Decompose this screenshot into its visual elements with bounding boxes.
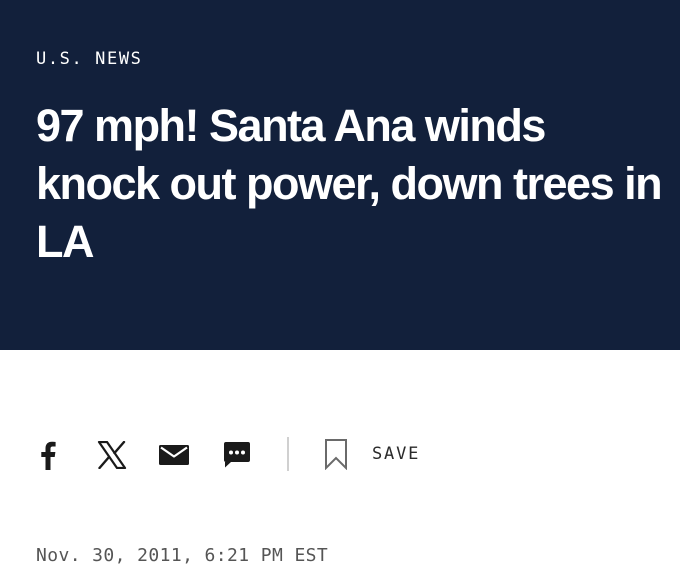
sms-icon <box>224 442 250 468</box>
email-share-button[interactable] <box>158 430 190 480</box>
x-icon <box>97 441 127 469</box>
share-divider <box>287 437 289 471</box>
x-share-button[interactable] <box>96 430 128 480</box>
headline: 97 mph! Santa Ana winds knock out power,… <box>36 100 663 267</box>
facebook-icon <box>41 441 56 470</box>
article-header: U.S. NEWS 97 mph! Santa Ana winds knock … <box>0 0 680 350</box>
facebook-share-button[interactable] <box>36 430 60 480</box>
email-icon <box>159 445 189 465</box>
publish-date: Nov. 30, 2011, 6:21 PM EST <box>36 545 329 566</box>
save-label: SAVE <box>372 444 421 464</box>
bookmark-icon <box>325 439 347 470</box>
save-button[interactable]: SAVE <box>320 438 420 470</box>
sms-share-button[interactable] <box>221 430 253 480</box>
section-label[interactable]: U.S. NEWS <box>36 49 143 69</box>
